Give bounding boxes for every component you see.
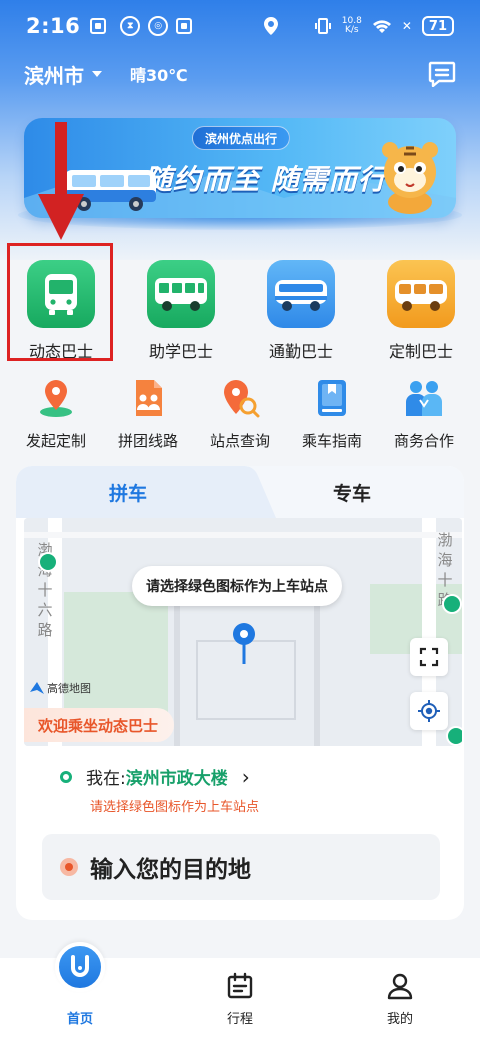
- moon-icon: [290, 19, 298, 33]
- commuter-bus-icon: [267, 260, 335, 328]
- vibrate-icon: [314, 18, 331, 34]
- sub-service-initiate-custom[interactable]: 发起定制: [8, 378, 104, 451]
- locate-icon: [418, 700, 440, 722]
- city-selector[interactable]: 滨州市: [24, 60, 84, 89]
- message-icon[interactable]: [428, 61, 456, 87]
- sub-service-group-route[interactable]: 拼团线路: [100, 378, 196, 451]
- business-people-icon: [406, 381, 442, 416]
- booking-tabs: 拼车 专车: [16, 466, 464, 518]
- status-time: 2:16: [26, 14, 81, 38]
- station-search-icon: [224, 380, 260, 418]
- home-icon: [55, 942, 105, 992]
- location-name: 滨州市政大楼: [125, 769, 228, 789]
- map-view[interactable]: 渤 海 十 六 路 渤 海 十 路 请选择绿色图标作为上车站点 高德地图: [24, 518, 462, 746]
- sub-service-label: 商务合作: [393, 432, 454, 450]
- booking-card: 拼车 专车 渤 海 十 六 路 渤 海 十 路 请选择绿色图标作为上车站点: [16, 466, 464, 920]
- nav-profile[interactable]: 我的: [340, 958, 460, 1040]
- data-saver-icon: ◎: [148, 16, 169, 36]
- nav-label: 首页: [66, 1012, 93, 1027]
- sub-service-label: 拼团线路: [117, 432, 178, 450]
- chevron-down-icon[interactable]: [92, 71, 102, 77]
- tab-carpool[interactable]: 拼车: [16, 466, 240, 518]
- location-pin-icon: [40, 380, 72, 417]
- map-callout: 请选择绿色图标作为上车站点: [132, 566, 342, 606]
- bus-stop-marker[interactable]: [442, 594, 462, 614]
- locate-button[interactable]: [410, 692, 448, 730]
- tiger-mascot-icon: [382, 142, 438, 214]
- location-hint: 请选择绿色图标作为上车站点: [90, 800, 260, 815]
- destination-placeholder: 输入您的目的地: [90, 857, 251, 883]
- sub-service-label: 发起定制: [25, 432, 86, 450]
- guide-book-icon: [318, 380, 346, 416]
- service-label: 通勤巴士: [268, 342, 333, 361]
- group-document-icon: [136, 380, 162, 416]
- nav-home[interactable]: 首页: [20, 942, 140, 1040]
- fullscreen-button[interactable]: [410, 638, 448, 676]
- net-speed-unit: K/s: [345, 25, 359, 35]
- close-small-icon: ✕: [401, 19, 412, 33]
- location-prefix: 我在:: [86, 769, 126, 789]
- status-bar: 2:16 ⧗ ◎ 10.8 K/s ✕ 71: [0, 0, 480, 52]
- destination-dot-icon: [60, 858, 78, 876]
- current-location-row[interactable]: 我在: 滨州市政大楼 ›: [60, 764, 250, 789]
- battery-indicator: 71: [421, 16, 454, 36]
- hd-icon: ⧗: [120, 16, 141, 36]
- banner-tag: 滨州优点出行: [192, 126, 291, 150]
- tab-private-car[interactable]: 专车: [240, 466, 464, 518]
- weather-text: 晴30℃: [130, 66, 188, 85]
- welcome-tag: 欢迎乘坐动态巴士: [24, 708, 175, 742]
- map-pin-icon: [233, 623, 255, 664]
- sub-service-ride-guide[interactable]: 乘车指南: [284, 378, 380, 451]
- sub-services: 发起定制 拼团线路 站点查询 乘车指南 商务合作: [0, 378, 480, 451]
- calendar-icon: [227, 972, 253, 999]
- custom-bus-icon: [387, 260, 455, 328]
- amap-icon: [30, 682, 44, 694]
- location-dot-icon: [60, 770, 72, 783]
- promo-banner[interactable]: 滨州优点出行 随约而至 随需而行: [24, 118, 456, 218]
- student-bus-icon: [147, 260, 215, 328]
- fullscreen-icon: [419, 647, 439, 667]
- banner-slogan: 随约而至 随需而行: [144, 163, 387, 196]
- service-label: 助学巴士: [148, 342, 213, 361]
- annotation-highlight-box: [7, 243, 113, 361]
- nav-trips[interactable]: 行程: [180, 958, 300, 1040]
- map-provider-logo: 高德地图: [30, 680, 91, 696]
- location-icon: [263, 17, 278, 35]
- chevron-right-icon: ›: [241, 764, 250, 789]
- service-label: 定制巴士: [388, 342, 453, 361]
- service-custom-bus[interactable]: 定制巴士: [366, 260, 476, 362]
- sub-service-label: 乘车指南: [301, 432, 362, 450]
- app-header: 滨州市 晴30℃: [0, 52, 480, 96]
- service-commuter-bus[interactable]: 通勤巴士: [246, 260, 356, 362]
- sub-service-station-search[interactable]: 站点查询: [192, 378, 288, 451]
- destination-input[interactable]: 输入您的目的地: [42, 834, 440, 900]
- notification-icon: [90, 18, 107, 34]
- nav-label: 我的: [386, 1012, 413, 1027]
- nfc-icon: [176, 18, 193, 34]
- sub-service-label: 站点查询: [209, 432, 270, 450]
- nav-label: 行程: [226, 1012, 253, 1027]
- bus-stop-marker[interactable]: [38, 552, 58, 572]
- user-icon: [387, 973, 413, 1000]
- annotation-arrow-icon: [38, 122, 84, 240]
- bus-stop-marker[interactable]: [446, 726, 462, 746]
- sub-service-business[interactable]: 商务合作: [376, 378, 472, 451]
- wifi-icon: [372, 20, 391, 33]
- bottom-nav: 首页 行程 我的: [0, 942, 480, 1040]
- service-student-bus[interactable]: 助学巴士: [126, 260, 236, 362]
